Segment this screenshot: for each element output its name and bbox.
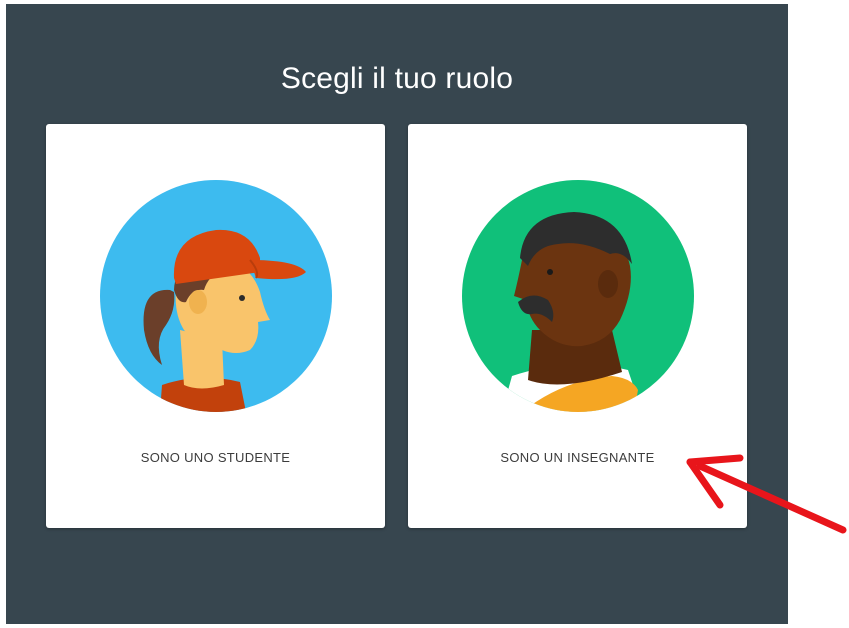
student-role-card[interactable]: SONO UNO STUDENTE: [46, 124, 385, 528]
teacher-role-label: SONO UN INSEGNANTE: [500, 450, 655, 465]
teacher-avatar-icon: [462, 180, 694, 412]
teacher-role-card[interactable]: SONO UN INSEGNANTE: [408, 124, 747, 528]
student-role-label: SONO UNO STUDENTE: [140, 450, 291, 465]
student-avatar-icon: [100, 180, 332, 412]
role-selection-panel: Scegli il tuo ruolo SONO UNO STUDENTE SO…: [6, 4, 788, 624]
page-title: Scegli il tuo ruolo: [280, 62, 514, 95]
